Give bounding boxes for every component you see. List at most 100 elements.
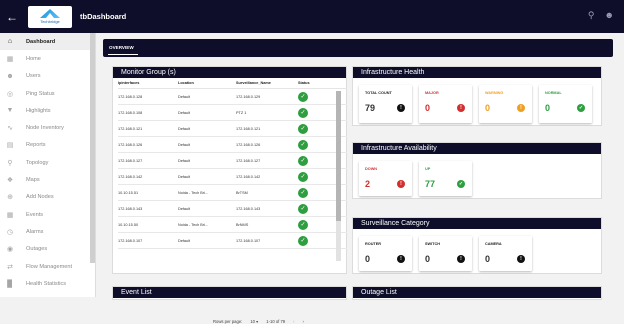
ping-icon: ◎ [6, 90, 14, 98]
sidebar-item-label: Maps [26, 177, 40, 184]
cell-surveillance-name: 172.168.0.107 [236, 232, 298, 249]
compass-icon: ❖ [6, 177, 14, 185]
event-list-title: Event List [113, 287, 346, 298]
major-card[interactable]: MAJOR 0 ! [419, 85, 472, 123]
sidebar-item-maps[interactable]: ❖ Maps [0, 171, 95, 188]
sidebar-item-node-inventory[interactable]: ∿ Node Inventory [0, 119, 95, 136]
up-check-icon: ✓ [457, 180, 465, 188]
up-card[interactable]: UP 77 ✓ [419, 161, 472, 196]
sidebar-item-alarms[interactable]: ◷ Alarms [0, 223, 95, 240]
rows-per-page-select[interactable]: 10 ▾ [250, 319, 258, 324]
table-row[interactable]: 10.10.15.51 Noida - Tech Bri... BrTSM ✓ [118, 184, 347, 201]
cell-location: Default [178, 88, 236, 105]
infrastructure-health-panel: Infrastructure Health TOTAL COUNT 79 ! M… [352, 66, 602, 126]
column-header-status[interactable]: Status [298, 78, 347, 89]
switch-card[interactable]: SWITCH 0 ! [419, 236, 472, 271]
status-ok-icon: ✓ [298, 155, 308, 166]
prev-page-icon[interactable]: ‹ [293, 319, 294, 324]
sidebar-item-add-nodes[interactable]: ⊕ Add Nodes [0, 189, 95, 206]
cell-location: Default [178, 152, 236, 169]
pin-icon: ⚲ [7, 159, 13, 167]
rows-per-page-label: Rows per page: [213, 319, 243, 324]
table-pagination: Rows per page: 10 ▾ 1-10 of 79 ‹ › [213, 319, 304, 324]
cell-location: Noida - Tech Bri... [178, 184, 236, 201]
cell-location: Default [178, 120, 236, 137]
sidebar-item-label: Highlights [26, 107, 51, 114]
down-alert-icon: ! [397, 180, 405, 188]
normal-card[interactable]: NORMAL 0 ✓ [539, 85, 592, 123]
router-card[interactable]: ROUTER 0 ! [359, 236, 412, 271]
active-tab-indicator [108, 54, 138, 55]
sidebar-item-label: Add Nodes [26, 194, 54, 201]
table-row[interactable]: 172.168.0.126 Default 172.168.0.126 ✓ [118, 136, 347, 153]
tab-overview[interactable]: OVERVIEW [109, 45, 134, 50]
status-ok-icon: ✓ [298, 187, 308, 198]
cell-location: Default [178, 136, 236, 153]
status-ok-icon: ✓ [298, 123, 308, 134]
cell-surveillance-name: BrTSM [236, 184, 298, 201]
cell-ipinterface: 172.168.0.142 [118, 168, 178, 185]
top-app-bar: ← Techbridge tbDashboard ⚲ ☻ [0, 0, 624, 33]
cell-location: Noida - Tech Bri... [178, 216, 236, 233]
table-row[interactable]: 172.168.0.143 Default 172.168.0.143 ✓ [118, 200, 347, 217]
cell-ipinterface: 172.168.0.127 [118, 152, 178, 169]
sidebar-item-events[interactable]: ▦ Events [0, 206, 95, 223]
table-row[interactable]: 172.168.0.108 Default PTZ 1 ✓ [118, 104, 347, 121]
table-row[interactable]: 172.168.0.121 Default 172.168.0.121 ✓ [118, 120, 347, 137]
sidebar-scrollbar[interactable] [90, 33, 95, 263]
sidebar-item-users[interactable]: ☻ Users [0, 68, 95, 85]
table-row[interactable]: 172.168.0.107 Default 172.168.0.107 ✓ [118, 232, 347, 249]
column-header-ipinterfaces[interactable]: Ipinterfaces [118, 78, 178, 89]
table-row[interactable]: 172.168.0.127 Default 172.168.0.127 ✓ [118, 152, 347, 169]
users-icon: ☻ [6, 72, 14, 80]
user-account-icon[interactable]: ☻ [605, 10, 614, 21]
sidebar-item-flow-management[interactable]: ⇄ Flow Management [0, 258, 95, 275]
next-page-icon[interactable]: › [303, 319, 304, 324]
infrastructure-health-title: Infrastructure Health [353, 67, 601, 78]
table-row[interactable]: 10.10.15.50 Noida - Tech Bri... BrNMS ✓ [118, 216, 347, 233]
status-ok-icon: ✓ [298, 203, 308, 214]
sidebar-item-label: Dashboard [26, 38, 56, 45]
column-header-location[interactable]: Location [178, 78, 236, 89]
company-logo[interactable]: Techbridge [28, 5, 72, 28]
flow-icon: ⇄ [7, 263, 13, 271]
sidebar-item-outages[interactable]: ◉ Outages [0, 241, 95, 258]
filter-icon: ▼ [6, 107, 14, 115]
sidebar-item-reports[interactable]: ▤ Reports [0, 137, 95, 154]
total-count-card[interactable]: TOTAL COUNT 79 ! [359, 85, 412, 123]
alarm-icon: ◷ [6, 228, 14, 236]
sidebar-item-topology[interactable]: ⚲ Topology [0, 154, 95, 171]
status-ok-icon: ✓ [298, 171, 308, 182]
down-card[interactable]: DOWN 2 ! [359, 161, 412, 196]
cell-ipinterface: 172.168.0.126 [118, 136, 178, 153]
home-icon: ⌂ [7, 38, 13, 46]
info-icon: ! [397, 255, 405, 263]
outage-list-title: Outage List [353, 287, 601, 298]
status-ok-icon: ✓ [298, 139, 308, 150]
add-icon: ⊕ [7, 194, 13, 202]
sidebar-item-label: Home [26, 55, 41, 62]
status-ok-icon: ✓ [298, 107, 308, 118]
column-header-surveillance-name[interactable]: Surveillance_Name [236, 78, 298, 89]
warning-card[interactable]: WARNING 0 ! [479, 85, 532, 123]
infrastructure-availability-panel: Infrastructure Availability DOWN 2 ! UP … [352, 142, 602, 199]
back-arrow-icon[interactable]: ← [2, 10, 22, 24]
camera-card[interactable]: CAMERA 0 ! [479, 236, 532, 271]
major-alert-icon: ! [457, 104, 465, 112]
cell-ipinterface: 10.10.15.50 [118, 216, 178, 233]
sidebar-item-label: Reports [26, 142, 46, 149]
table-scrollbar[interactable] [336, 91, 341, 261]
sidebar-item-health-statistics[interactable]: ▉ Health Statistics [0, 275, 95, 292]
normal-icon: ✓ [577, 104, 585, 112]
sidebar-item-label: Health Statistics [26, 280, 67, 287]
sidebar-item-label: Flow Management [26, 263, 73, 270]
table-row[interactable]: 172.168.0.128 Default 172.168.0.129 ✓ [118, 88, 347, 105]
sidebar-item-home[interactable]: ▦ Home [0, 50, 95, 67]
table-row[interactable]: 172.168.0.142 Default 172.168.0.142 ✓ [118, 168, 347, 185]
sidebar-item-highlights[interactable]: ▼ Highlights [0, 102, 95, 119]
sidebar-item-ping-status[interactable]: ◎ Ping Status [0, 85, 95, 102]
search-icon[interactable]: ⚲ [588, 10, 595, 21]
info-icon: ! [517, 255, 525, 263]
monitor-group-title: Monitor Group (s) [113, 67, 346, 78]
sidebar-item-dashboard[interactable]: ⌂ Dashboard [0, 33, 95, 51]
